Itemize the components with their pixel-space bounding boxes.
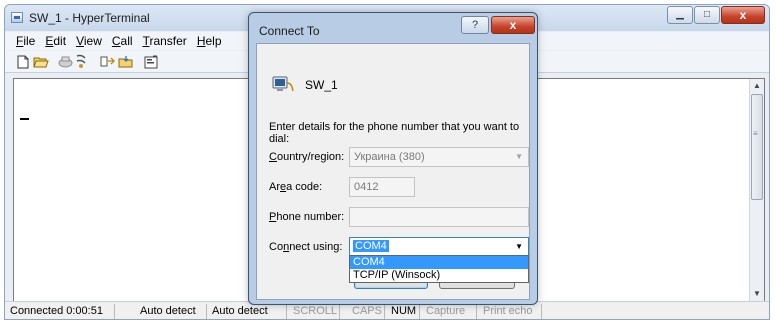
scrollbar-thumb[interactable] <box>751 94 763 200</box>
scrollbar-grip-icon: ≡ <box>753 129 758 138</box>
status-connected: Connected 0:00:51 <box>7 304 115 319</box>
country-region-label: Country/region: <box>269 151 345 163</box>
close-icon: x <box>509 18 517 32</box>
status-print-echo: Print echo <box>480 304 542 319</box>
status-num: NUM <box>388 304 420 319</box>
dialog-help-button[interactable]: ? <box>461 16 489 34</box>
phone-number-input <box>349 207 529 227</box>
status-caps: CAPS <box>349 304 385 319</box>
maximize-icon: □ <box>703 9 711 20</box>
minimize-icon: ▁ <box>676 9 684 20</box>
hyperterminal-app-icon[interactable] <box>11 12 23 23</box>
window-title: SW_1 - HyperTerminal <box>29 11 150 25</box>
terminal-cursor <box>20 118 29 120</box>
dialog-title: Connect To <box>259 24 320 38</box>
connect-to-dialog: Connect To ? x SW_1 Enter details for th… <box>248 12 538 305</box>
close-icon: x <box>739 8 747 22</box>
minimize-button[interactable]: ▁ <box>667 6 693 24</box>
receive-icon[interactable] <box>117 54 133 69</box>
close-button[interactable]: x <box>721 6 765 24</box>
area-code-input: 0412 <box>349 177 415 197</box>
status-capture: Capture <box>423 304 477 319</box>
vertical-scrollbar[interactable]: ▲ ≡ ▼ <box>749 79 764 302</box>
open-icon[interactable] <box>33 54 49 69</box>
phone-number-label: Phone number: <box>269 211 345 223</box>
connect-using-select[interactable]: COM4 ▼ <box>349 237 529 256</box>
dialog-close-button[interactable]: x <box>491 16 535 34</box>
dropdown-option-com4[interactable]: COM4 <box>350 256 528 269</box>
connect-using-dropdown-list: COM4 TCP/IP (Winsock) <box>349 255 529 283</box>
menu-file[interactable]: File <box>11 32 40 50</box>
country-region-value: Украина (380) <box>354 151 425 163</box>
help-icon: ? <box>471 19 479 31</box>
disconnect-icon[interactable] <box>57 54 73 69</box>
status-auto-detect-1: Auto detect <box>137 304 207 319</box>
area-code-value: 0412 <box>354 181 379 193</box>
chevron-down-icon[interactable]: ▼ <box>515 242 523 251</box>
menu-help[interactable]: Help <box>192 32 227 50</box>
status-scroll: SCROLL <box>290 304 340 319</box>
area-code-label: Area code: <box>269 181 323 193</box>
connect-using-label: Connect using: <box>269 241 343 253</box>
country-region-select: Украина (380) ▼ <box>349 147 529 167</box>
dialog-body: SW_1 Enter details for the phone number … <box>256 43 530 300</box>
connect-using-value: COM4 <box>353 240 389 252</box>
maximize-button[interactable]: □ <box>694 6 720 24</box>
scroll-up-icon[interactable]: ▲ <box>753 81 761 90</box>
chevron-down-icon: ▼ <box>515 152 523 161</box>
properties-icon[interactable] <box>143 54 159 69</box>
dialog-instruction: Enter details for the phone number that … <box>269 121 520 145</box>
status-auto-detect-2: Auto detect <box>209 304 287 319</box>
dropdown-option-tcpip[interactable]: TCP/IP (Winsock) <box>350 269 528 282</box>
menu-call[interactable]: Call <box>107 32 138 50</box>
connection-icon <box>271 74 295 96</box>
send-icon[interactable] <box>99 54 115 69</box>
menu-view[interactable]: View <box>71 32 107 50</box>
connection-name: SW_1 <box>305 78 338 92</box>
menu-edit[interactable]: Edit <box>40 32 71 50</box>
menu-transfer[interactable]: Transfer <box>138 32 192 50</box>
window-controls: ▁ □ x <box>666 6 765 24</box>
new-icon[interactable] <box>15 54 31 69</box>
scroll-down-icon[interactable]: ▼ <box>753 289 761 298</box>
dial-icon[interactable] <box>73 54 89 69</box>
